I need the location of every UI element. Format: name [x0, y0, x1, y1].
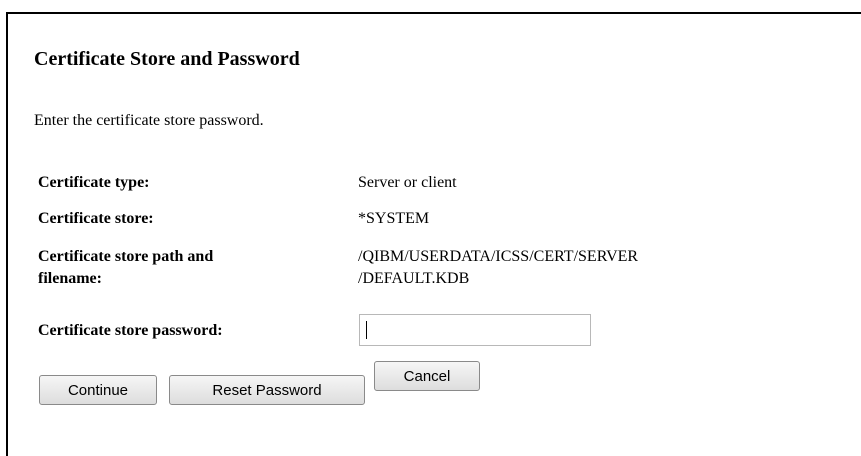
cancel-button[interactable]: Cancel	[374, 361, 480, 391]
page-instructions: Enter the certificate store password.	[34, 112, 264, 129]
certificate-path-value-line2: /DEFAULT.KDB	[358, 270, 470, 287]
certificate-path-label-line2: filename:	[38, 270, 102, 287]
certificate-store-value: *SYSTEM	[358, 210, 430, 227]
certificate-path-label: Certificate store path and filename:	[38, 246, 213, 290]
certificate-password-label: Certificate store password:	[38, 322, 223, 339]
certificate-type-label: Certificate type:	[38, 174, 150, 191]
certificate-path-value: /QIBM/USERDATA/ICSS/CERT/SERVER /DEFAULT…	[358, 246, 638, 290]
page-title: Certificate Store and Password	[34, 48, 300, 70]
certificate-password-input[interactable]	[359, 314, 591, 346]
text-caret	[366, 321, 367, 339]
certificate-path-value-line1: /QIBM/USERDATA/ICSS/CERT/SERVER	[358, 248, 639, 265]
certificate-type-value: Server or client	[358, 174, 457, 191]
certificate-path-label-line1: Certificate store path and	[38, 248, 214, 265]
continue-button[interactable]: Continue	[39, 375, 157, 405]
certificate-store-label: Certificate store:	[38, 210, 154, 227]
reset-password-button[interactable]: Reset Password	[169, 375, 365, 405]
